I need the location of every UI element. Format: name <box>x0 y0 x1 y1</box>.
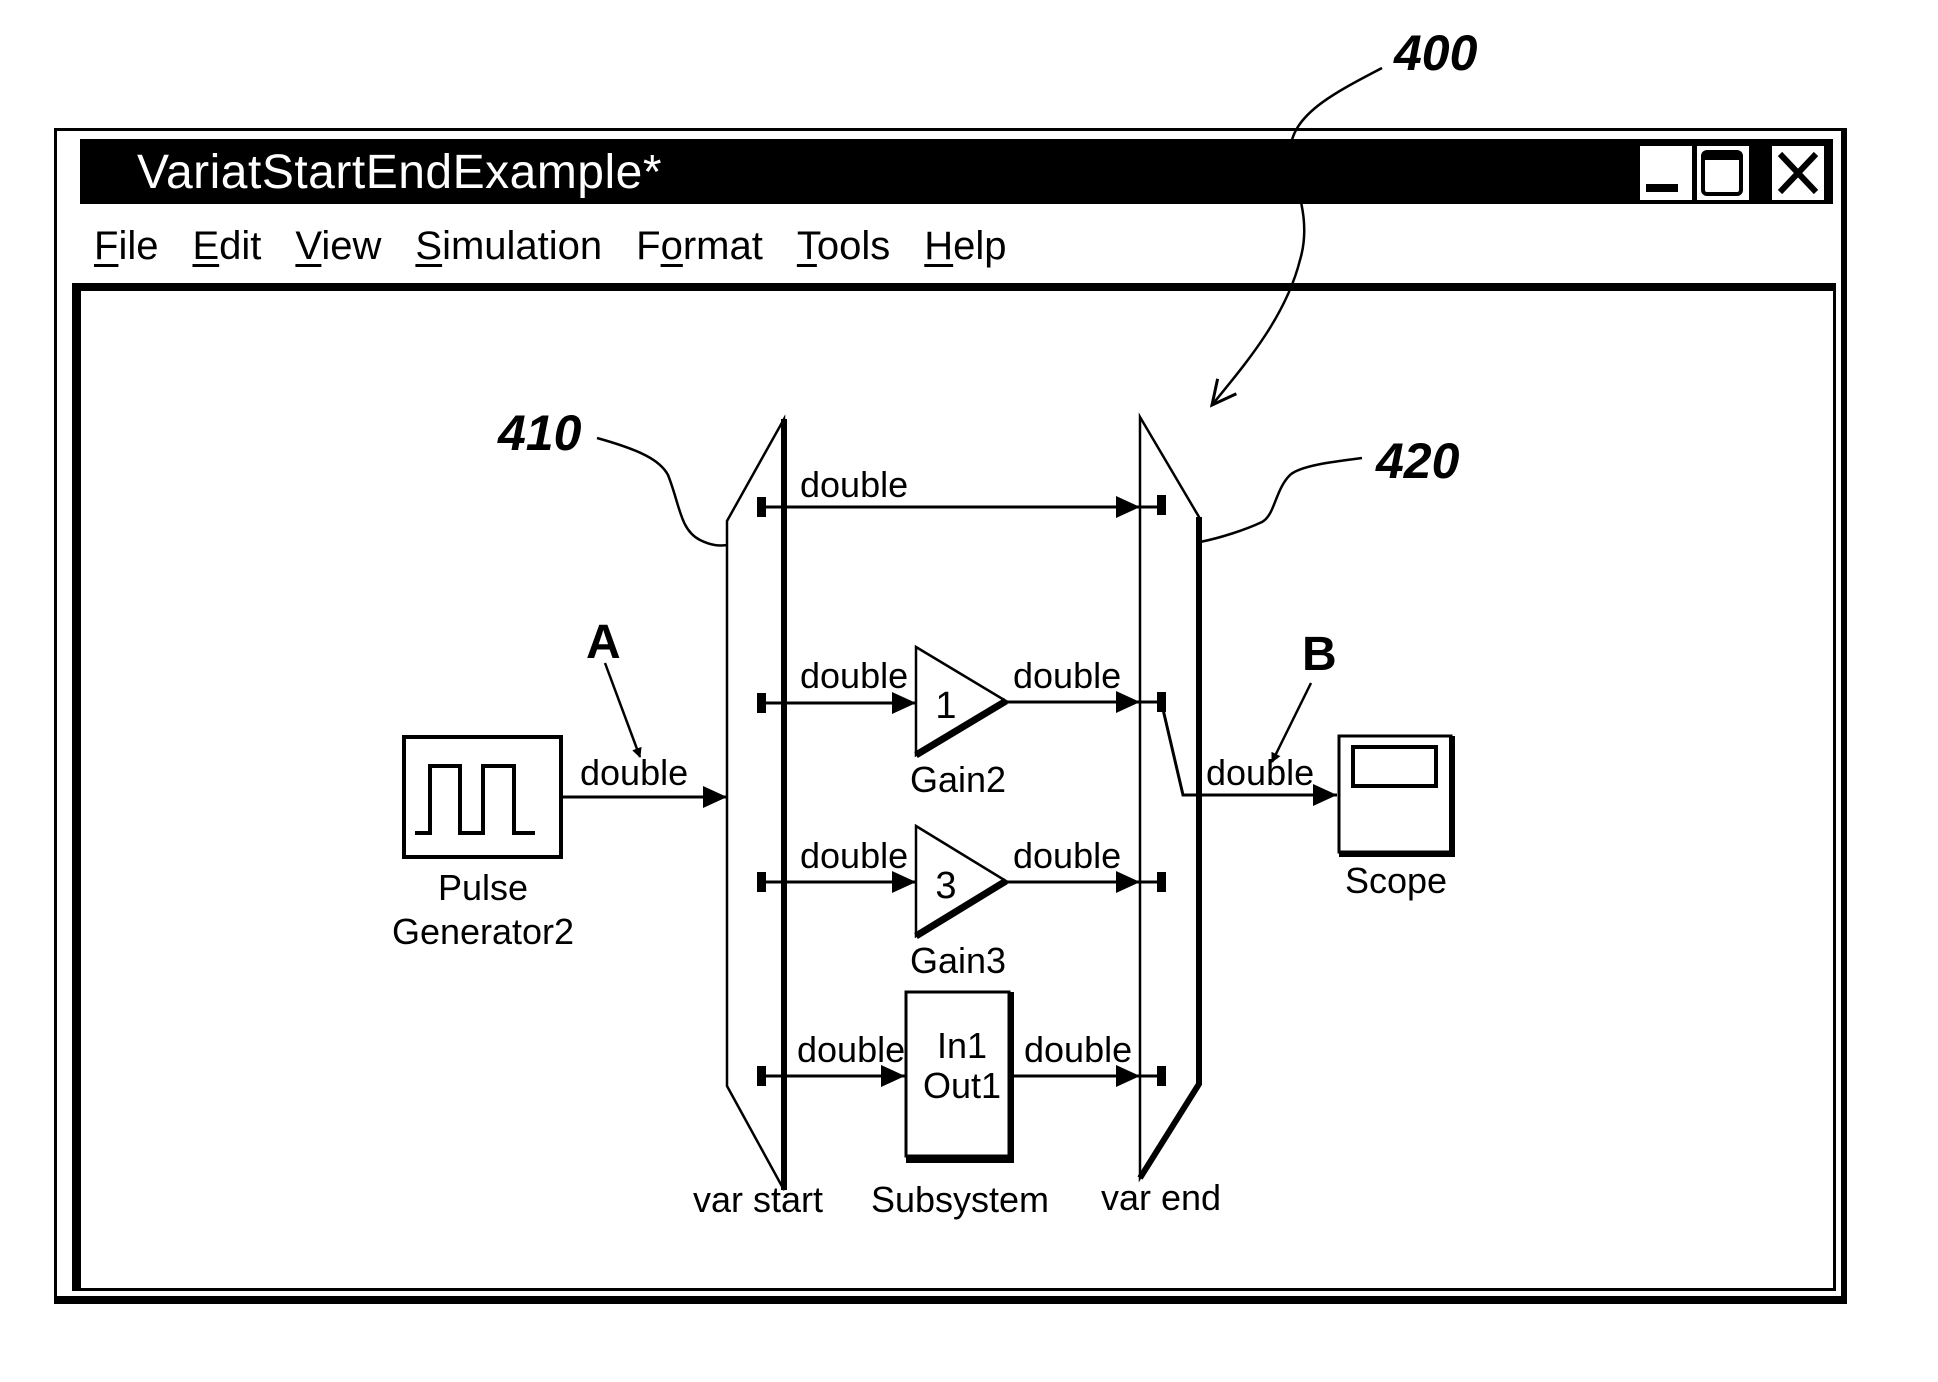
gain3-block[interactable]: 3 <box>914 823 1009 939</box>
point-b-pointer <box>1270 682 1313 763</box>
var-start-name: var start <box>693 1179 823 1220</box>
gain2-name: Gain2 <box>910 759 1006 800</box>
var-end-block[interactable] <box>1137 412 1202 1183</box>
subsystem-port-out: Out1 <box>923 1065 1001 1106</box>
gain3-value: 3 <box>935 865 956 907</box>
subsystem-port-in: In1 <box>937 1025 987 1066</box>
scope-name: Scope <box>1345 860 1447 901</box>
gain2-value: 1 <box>935 685 956 727</box>
var-end-port-1 <box>1157 495 1166 515</box>
scope-screen-icon <box>1351 745 1438 788</box>
pulse-generator-name-line1: Pulse <box>438 867 528 908</box>
signal-label-row4-in: double <box>797 1029 905 1070</box>
gain3-name: Gain3 <box>910 940 1006 981</box>
block-diagram: 400 410 420 A B Pulse Generator2 double … <box>392 25 1478 1220</box>
ref-label-400: 400 <box>1393 25 1478 81</box>
signal-label-row3-in: double <box>800 835 908 876</box>
pulse-generator-block[interactable] <box>402 735 563 859</box>
signal-label-row2-in: double <box>800 655 908 696</box>
signal-label-end-to-scope: double <box>1206 752 1314 793</box>
var-end-name: var end <box>1101 1177 1221 1218</box>
pulse-generator-name-line2: Generator2 <box>392 911 574 952</box>
ref-leader-400 <box>1209 66 1383 408</box>
point-a-label: A <box>586 616 621 669</box>
point-b-label: B <box>1302 628 1337 681</box>
ref-leader-410 <box>596 436 728 547</box>
point-a-pointer <box>603 662 642 758</box>
signal-label-row1: double <box>800 464 908 505</box>
gain2-block[interactable]: 1 <box>914 644 1009 759</box>
scope-block[interactable] <box>1337 734 1455 857</box>
ref-leader-420 <box>1199 456 1363 544</box>
ref-label-410: 410 <box>497 405 582 461</box>
var-start-block[interactable] <box>725 414 787 1191</box>
subsystem-name: Subsystem <box>871 1179 1049 1220</box>
signal-label-row2-out: double <box>1013 655 1121 696</box>
subsystem-block[interactable]: In1 Out1 <box>904 990 1014 1163</box>
signal-label-pulse-to-start: double <box>580 752 688 793</box>
signal-label-row4-out: double <box>1024 1029 1132 1070</box>
ref-label-420: 420 <box>1375 433 1460 489</box>
signal-label-row3-out: double <box>1013 835 1121 876</box>
